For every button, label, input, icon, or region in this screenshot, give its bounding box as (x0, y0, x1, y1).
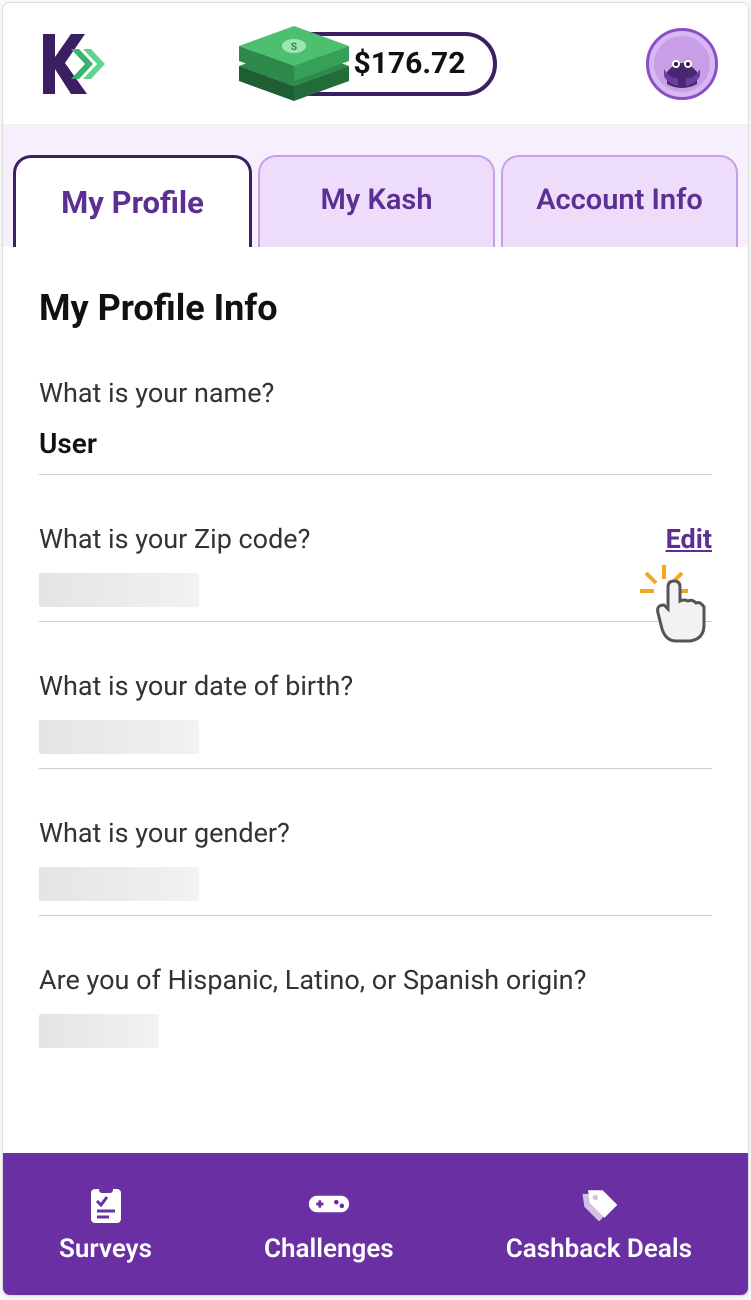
field-value-zip (39, 573, 712, 622)
nav-challenges[interactable]: Challenges (264, 1184, 394, 1264)
gamepad-icon (307, 1184, 351, 1224)
tabs-bar: My Profile My Kash Account Info (3, 125, 748, 247)
nav-surveys[interactable]: Surveys (59, 1184, 152, 1264)
svg-text:S: S (290, 42, 296, 53)
content-area: My Profile Info What is your name? User … (3, 247, 748, 1153)
field-zip: What is your Zip code? Edit (39, 523, 712, 622)
nav-cashback[interactable]: Cashback Deals (506, 1184, 692, 1264)
redacted-placeholder (39, 720, 199, 754)
nav-label: Surveys (59, 1234, 152, 1264)
avatar[interactable] (646, 28, 718, 100)
redacted-placeholder (39, 573, 199, 607)
edit-zip-link[interactable]: Edit (666, 523, 712, 555)
bottom-nav: Surveys Challenges (3, 1153, 748, 1295)
page-title: My Profile Info (39, 287, 712, 329)
redacted-placeholder (39, 1014, 159, 1048)
header: S $176.72 (3, 3, 748, 125)
field-value-hispanic (39, 1014, 712, 1062)
tags-icon (577, 1184, 621, 1224)
tab-account-info[interactable]: Account Info (501, 155, 738, 247)
field-value-dob (39, 720, 712, 769)
field-value-gender (39, 867, 712, 916)
balance-amount: $176.72 (354, 46, 466, 81)
field-label: What is your gender? (39, 817, 712, 849)
field-label: Are you of Hispanic, Latino, or Spanish … (39, 964, 712, 996)
field-value-name: User (39, 427, 712, 475)
cash-icon: S (234, 16, 354, 114)
field-name: What is your name? User (39, 377, 712, 475)
field-hispanic: Are you of Hispanic, Latino, or Spanish … (39, 964, 712, 1062)
field-label: What is your name? (39, 377, 712, 409)
nav-label: Cashback Deals (506, 1234, 692, 1264)
logo[interactable] (33, 29, 111, 99)
balance-pill[interactable]: S $176.72 (260, 32, 498, 96)
pointer-hand-icon (634, 559, 724, 653)
tab-my-profile[interactable]: My Profile (13, 155, 252, 247)
field-label: What is your date of birth? (39, 670, 712, 702)
field-label: What is your Zip code? (39, 523, 712, 555)
field-dob: What is your date of birth? (39, 670, 712, 769)
tab-my-kash[interactable]: My Kash (258, 155, 495, 247)
redacted-placeholder (39, 867, 199, 901)
nav-label: Challenges (264, 1234, 394, 1264)
clipboard-icon (84, 1184, 128, 1224)
field-gender: What is your gender? (39, 817, 712, 916)
